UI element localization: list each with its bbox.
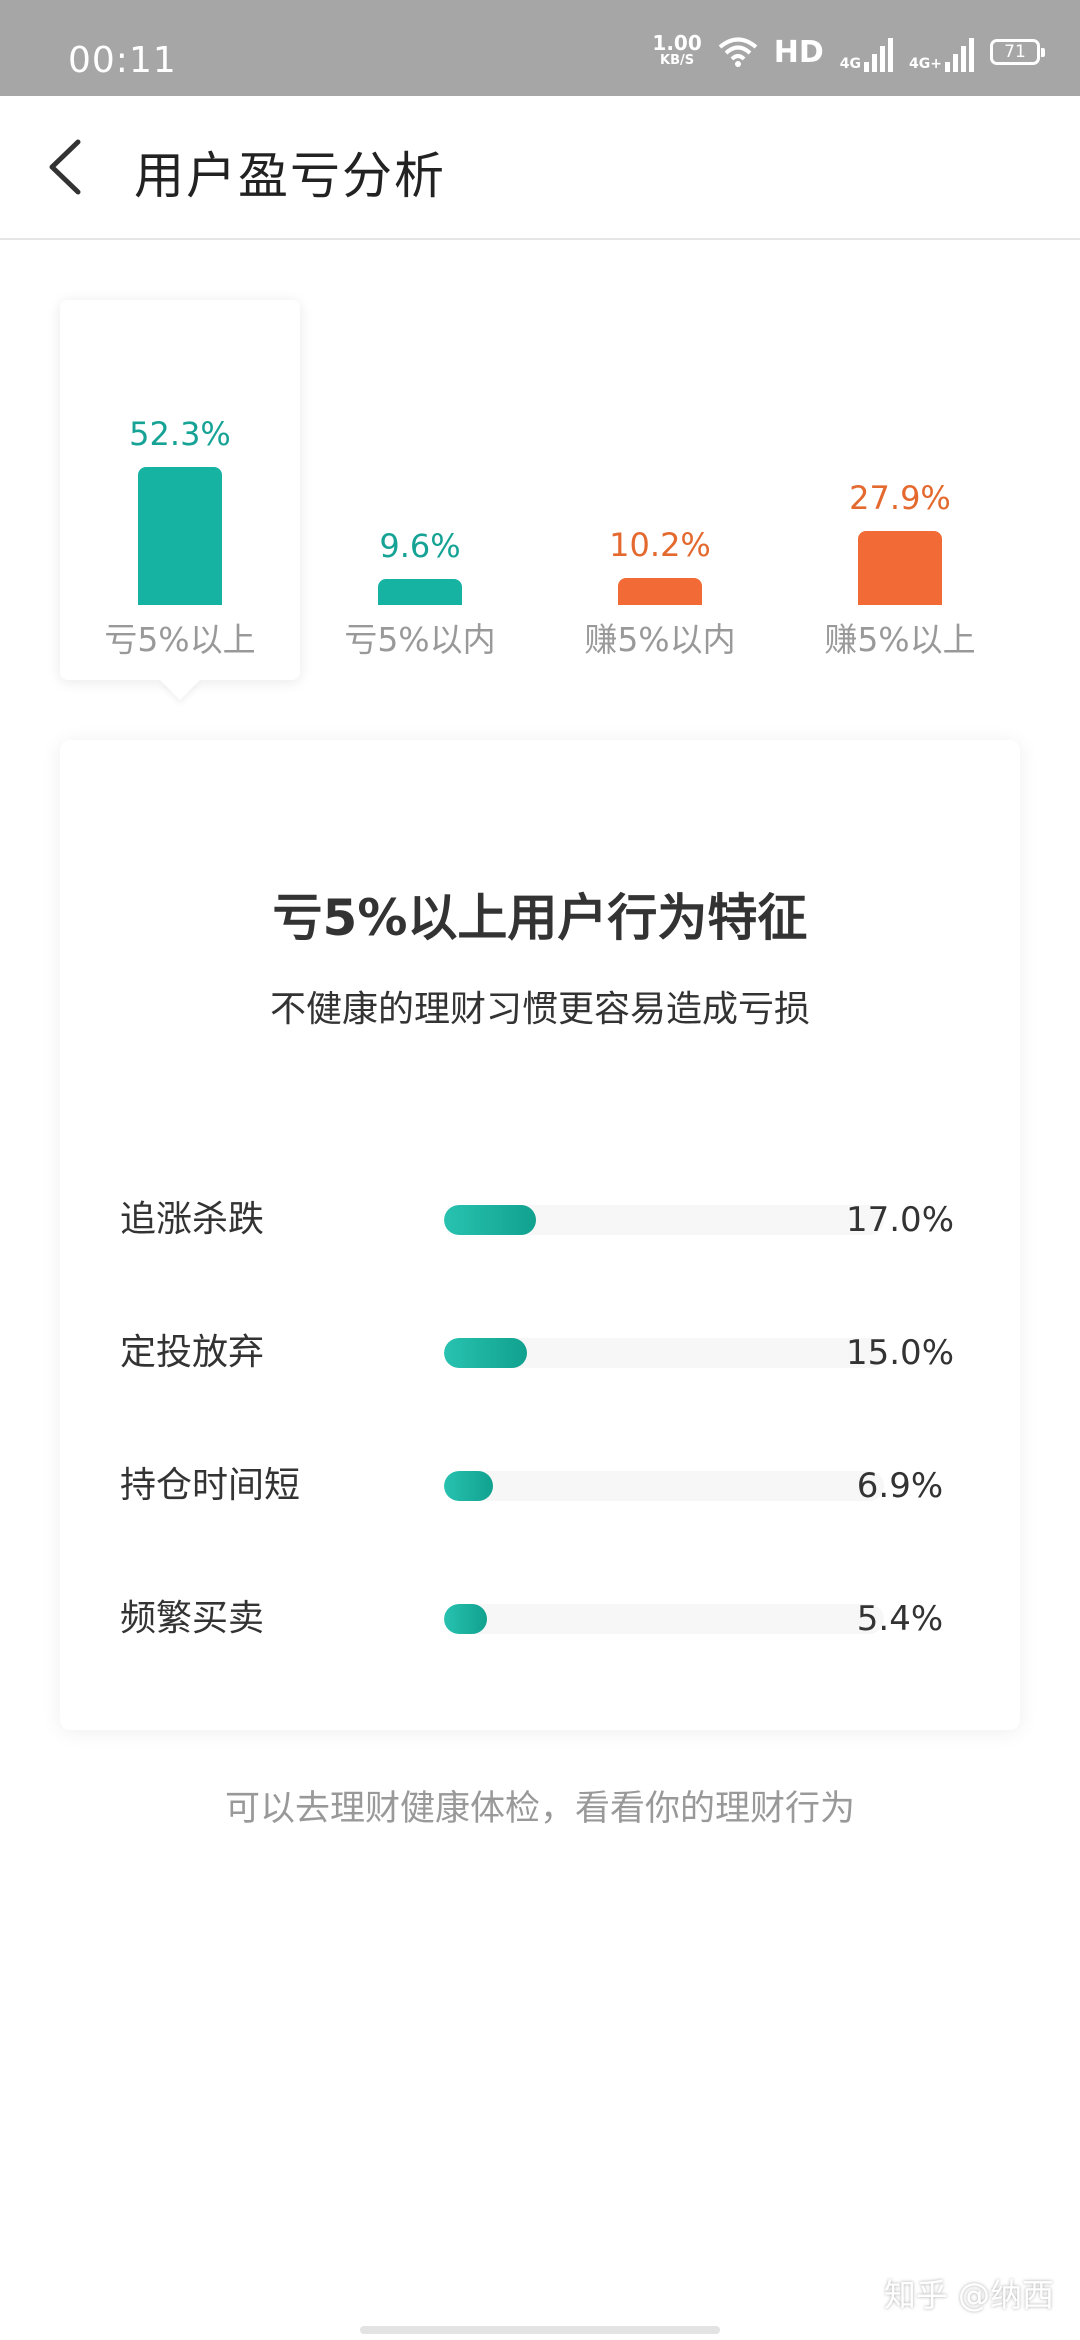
behavior-label: 持仓时间短 <box>120 1465 301 1506</box>
behavior-progress-fill <box>444 1471 493 1501</box>
chart-category-label: 赚5%以内 <box>584 620 736 659</box>
wifi-icon <box>718 37 758 67</box>
behavior-progress-track <box>444 1205 884 1235</box>
chart-column[interactable]: 9.6% 亏5%以内 <box>300 300 540 680</box>
behavior-row: 追涨杀跌 17.0% <box>120 1190 960 1250</box>
net-speed: 1.00 KB/S <box>652 31 702 68</box>
status-bar: 00:11 1.00 KB/S HD 4G 4G+ 71 <box>0 0 1080 96</box>
back-button[interactable] <box>40 132 100 202</box>
behavior-label: 频繁买卖 <box>120 1598 265 1639</box>
chart-value-label: 52.3% <box>129 415 231 453</box>
signal-bars-icon <box>864 38 894 72</box>
behavior-progress-fill <box>444 1338 527 1368</box>
page-title: 用户盈亏分析 <box>134 147 446 205</box>
chart-bar <box>618 578 702 605</box>
behavior-label: 定投放弃 <box>120 1332 265 1373</box>
header: 用户盈亏分析 <box>0 96 1080 240</box>
chart-value-label: 9.6% <box>379 527 461 565</box>
chart-column[interactable]: 10.2% 赚5%以内 <box>540 300 780 680</box>
behavior-value: 5.4% <box>856 1599 944 1639</box>
card-title: 亏5%以上用户行为特征 <box>272 889 808 947</box>
behavior-value: 15.0% <box>845 1333 954 1373</box>
chart-bar <box>858 531 942 605</box>
behavior-progress-track <box>444 1471 884 1501</box>
chart-value-label: 10.2% <box>609 526 711 564</box>
profit-loss-bar-chart: 52.3% 亏5%以上 9.6% 亏5%以内 10.2% 赚5%以内 27.9% 赚5%以上 <box>60 300 1020 700</box>
chart-value-label: 27.9% <box>849 479 951 517</box>
battery-icon: 71 <box>990 39 1045 65</box>
signal-bars-icon <box>945 38 974 72</box>
signal-2: 4G+ <box>909 32 974 72</box>
status-icons: 1.00 KB/S HD 4G 4G+ 71 <box>652 30 1045 74</box>
behavior-progress-fill <box>444 1205 536 1235</box>
chart-bar <box>138 467 222 605</box>
home-indicator[interactable] <box>360 2326 720 2334</box>
behavior-value: 17.0% <box>845 1200 954 1240</box>
behavior-value: 6.9% <box>856 1466 944 1506</box>
chart-category-label: 亏5%以上 <box>104 620 256 659</box>
behavior-row: 持仓时间短 6.9% <box>120 1456 960 1516</box>
behavior-progress-track <box>444 1338 884 1368</box>
chart-category-label: 亏5%以内 <box>344 620 496 659</box>
behavior-row: 定投放弃 15.0% <box>120 1323 960 1383</box>
behavior-row: 频繁买卖 5.4% <box>120 1589 960 1649</box>
behavior-card: 亏5%以上用户行为特征 不健康的理财习惯更容易造成亏损 追涨杀跌 17.0% 定投放… <box>60 740 1020 1730</box>
chart-column[interactable]: 52.3% 亏5%以上 <box>60 300 300 680</box>
signal-1: 4G <box>840 32 894 72</box>
chart-column[interactable]: 27.9% 赚5%以上 <box>780 300 1020 680</box>
health-check-link[interactable]: 可以去理财健康体检，看看你的理财行为 <box>0 1780 1080 1831</box>
behavior-label: 追涨杀跌 <box>120 1199 265 1240</box>
behavior-progress-fill <box>444 1604 487 1634</box>
chart-bar <box>378 579 462 605</box>
watermark: 知乎 @纳西 <box>883 2276 1054 2314</box>
chart-category-label: 赚5%以上 <box>824 620 976 659</box>
hd-indicator: HD <box>773 34 824 70</box>
behavior-progress-track <box>444 1604 884 1634</box>
status-time: 00:11 <box>68 40 177 81</box>
chevron-left-icon <box>49 139 81 195</box>
card-subtitle: 不健康的理财习惯更容易造成亏损 <box>269 989 810 1030</box>
